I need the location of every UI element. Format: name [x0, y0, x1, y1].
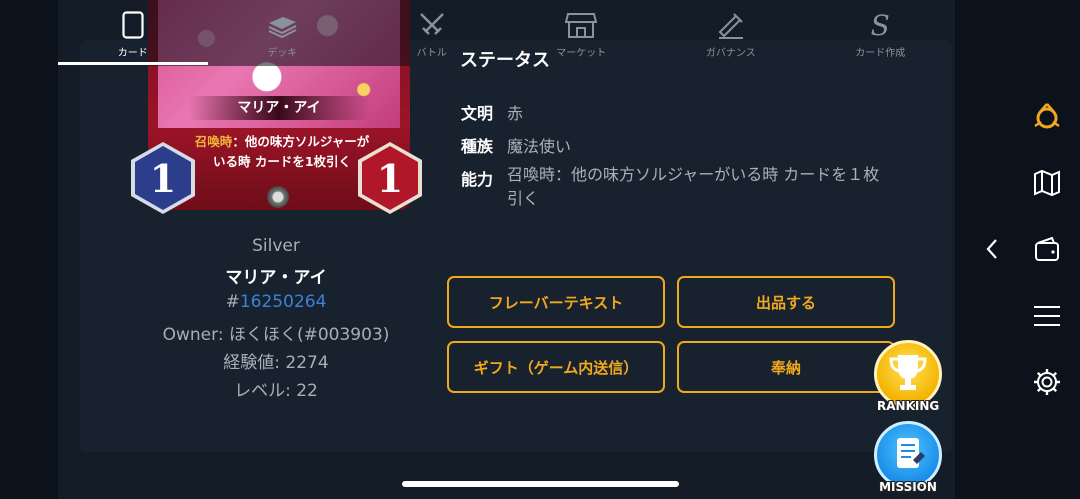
wallet-icon[interactable] [1032, 235, 1062, 265]
mission-button[interactable]: MISSION [874, 421, 942, 494]
governance-icon [716, 10, 746, 40]
map-icon[interactable] [1032, 168, 1062, 198]
home-indicator [402, 481, 679, 487]
gear-icon[interactable] [1032, 367, 1062, 397]
card-owner: Owner: ほくほく(#003903) [162, 325, 390, 345]
trophy-icon [889, 355, 927, 390]
list-for-sale-button[interactable]: 出品する [677, 276, 895, 328]
ability-text: ：他の味方ソルジャーがいる時 カードを1枚引く [212, 134, 370, 169]
power-value: 1 [376, 155, 404, 201]
card-id: #16250264 [225, 292, 327, 312]
right-sidebar [1012, 0, 1080, 499]
gift-button[interactable]: ギフト（ゲーム内送信） [447, 341, 665, 393]
tab-battle[interactable]: バトル [357, 0, 507, 66]
card-rarity: Silver [252, 236, 300, 256]
scroll-icon [897, 438, 925, 468]
card-name: マリア・アイ [225, 268, 327, 288]
card-art-name: マリア・アイ [188, 96, 370, 120]
tab-card[interactable]: カード [58, 0, 208, 66]
tab-market[interactable]: マーケット [507, 0, 657, 66]
ability-trigger: 召喚時 [194, 134, 233, 149]
tab-deck[interactable]: デッキ [208, 0, 358, 66]
mission-label: MISSION [879, 480, 937, 494]
deck-icon [265, 10, 299, 40]
card-level: レベル: 22 [234, 381, 318, 401]
status-race: 種族 魔法使い [461, 137, 572, 156]
status-civilization: 文明赤 [461, 104, 524, 123]
flavor-text-button[interactable]: フレーバーテキスト [447, 276, 665, 328]
chevron-left-icon[interactable] [982, 236, 1002, 262]
card-id-link[interactable]: 16250264 [240, 292, 327, 312]
card-create-icon: S [870, 8, 890, 42]
tab-card-create[interactable]: S カード作成 [806, 0, 956, 66]
ranking-label: RANKING [877, 399, 940, 413]
logo-icon[interactable] [1032, 102, 1062, 132]
menu-icon[interactable] [1032, 301, 1062, 331]
top-nav: カード デッキ バトル マーケット ガバナンス S カード作成 [58, 0, 955, 66]
cost-value: 1 [149, 155, 177, 201]
offer-button[interactable]: 奉納 [677, 341, 895, 393]
battle-icon [417, 10, 447, 40]
market-icon [565, 10, 598, 40]
card-center-ornament [267, 186, 289, 208]
card-art-ability: 召喚時：他の味方ソルジャーがいる時 カードを1枚引く [192, 132, 372, 172]
tab-governance[interactable]: ガバナンス [656, 0, 806, 66]
card-icon [122, 10, 144, 40]
ranking-button[interactable]: RANKING [874, 340, 942, 413]
status-ability: 能力 召喚時：他の味方ソルジャーがいる時 カードを１枚引く [461, 165, 880, 208]
card-exp: 経験値: 2274 [223, 353, 329, 373]
